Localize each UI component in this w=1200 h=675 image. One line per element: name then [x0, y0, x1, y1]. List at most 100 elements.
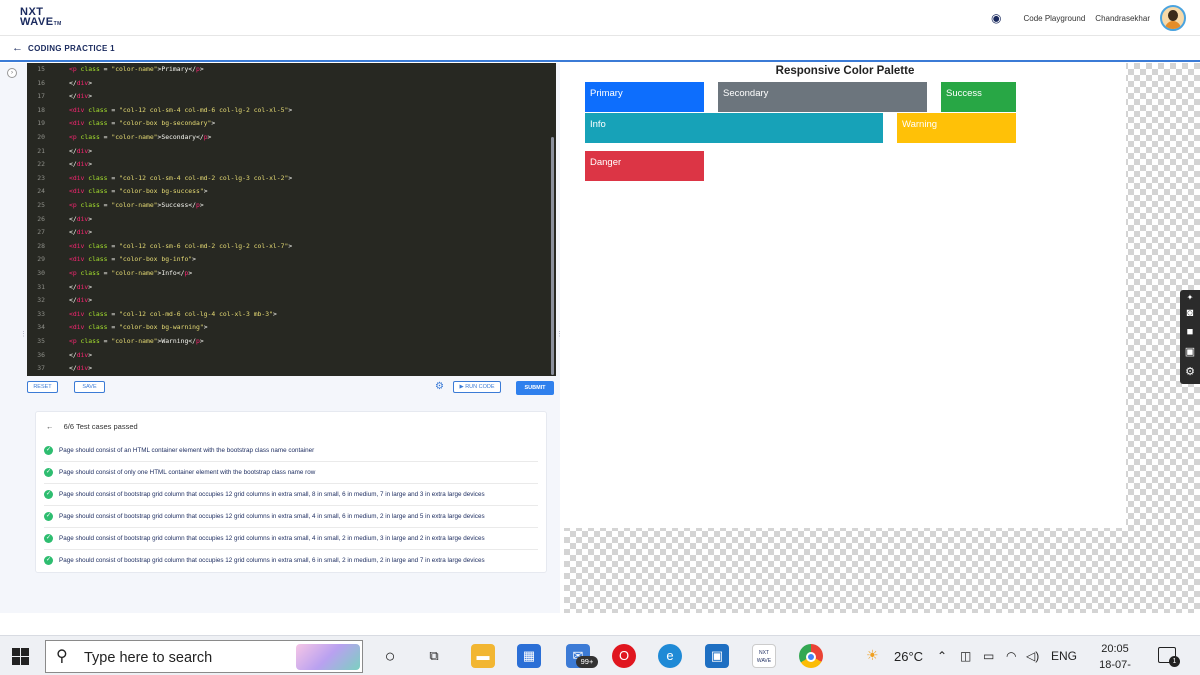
code-line[interactable]: 16 </div>: [27, 77, 556, 90]
nxtwave-app-icon[interactable]: NXT WAVE: [752, 644, 776, 668]
settings-gear-icon[interactable]: ⚙: [435, 381, 444, 393]
code-line[interactable]: 15 <p class = "color-name">Primary</p>: [27, 63, 556, 76]
meet-icon[interactable]: ◫: [960, 649, 971, 663]
color-box-warning: Warning: [897, 113, 1016, 143]
code-line[interactable]: 24 <div class = "color-box bg-success">: [27, 185, 556, 198]
clock[interactable]: 20:05 18-07-2022: [1093, 641, 1137, 675]
line-code: <p class = "color-name">Secondary</p>: [69, 133, 212, 141]
color-name: Danger: [590, 157, 622, 168]
code-line[interactable]: 31 </div>: [27, 281, 556, 294]
code-line[interactable]: 32 </div>: [27, 294, 556, 307]
code-line[interactable]: 37 </div>: [27, 362, 556, 375]
code-line[interactable]: 20 <p class = "color-name">Secondary</p>: [27, 131, 556, 144]
code-line[interactable]: 29 <div class = "color-box bg-info">: [27, 253, 556, 266]
file-explorer-icon[interactable]: ▬: [471, 644, 495, 668]
reset-button[interactable]: RESET: [27, 381, 58, 393]
weather-temp[interactable]: 26°C: [894, 649, 923, 664]
camera-icon[interactable]: ◙: [1183, 306, 1197, 320]
taskbar-search-box[interactable]: ⚲ Type here to search: [45, 640, 363, 673]
test-case: ✓ Page should consist of bootstrap grid c…: [44, 506, 538, 528]
line-number: 27: [37, 228, 45, 237]
top-right-menu: ◉ Code Playground Chandrasekhar: [991, 4, 1186, 32]
code-line[interactable]: 28 <div class = "col-12 col-sm-6 col-md-2…: [27, 240, 556, 253]
notification-icon[interactable]: 1: [1158, 647, 1180, 667]
line-number: 29: [37, 255, 45, 264]
code-line[interactable]: 18 <div class = "col-12 col-sm-4 col-md-6…: [27, 104, 556, 117]
edge-icon[interactable]: e: [658, 644, 682, 668]
code-line[interactable]: 35 <p class = "color-name">Warning</p>: [27, 335, 556, 348]
task-view-icon[interactable]: ⧉: [422, 644, 446, 668]
chrome-icon[interactable]: [799, 644, 823, 668]
gear-icon[interactable]: ⚙: [1183, 365, 1197, 379]
line-code: <p class = "color-name">Warning</p>: [69, 337, 204, 345]
line-code: <div class = "color-box bg-info">: [69, 255, 196, 264]
split-resize-handle-icon[interactable]: ⋮: [556, 330, 563, 338]
code-line[interactable]: 25 <p class = "color-name">Success</p>: [27, 199, 556, 212]
back-arrow-icon[interactable]: ←: [46, 422, 54, 431]
side-toolbar: ✦ ◙ ■ ▣ ⚙: [1180, 290, 1200, 384]
color-box-danger: Danger: [585, 151, 704, 181]
chevron-up-icon[interactable]: ⌃: [937, 649, 947, 663]
collapse-sidebar-icon[interactable]: ›: [7, 68, 17, 78]
code-editor[interactable]: 15 <p class = "color-name">Primary</p> 16 <…: [27, 63, 556, 376]
user-name[interactable]: Chandrasekhar: [1095, 14, 1150, 23]
code-line[interactable]: 26 </div>: [27, 213, 556, 226]
run-code-button[interactable]: ▶ RUN CODE: [453, 381, 501, 393]
back-arrow-icon[interactable]: ←: [12, 42, 23, 54]
color-box-secondary: Secondary: [718, 82, 927, 112]
test-case: ✓ Page should consist of only one HTML co…: [44, 462, 538, 484]
opera-icon[interactable]: O: [612, 644, 636, 668]
weather-icon[interactable]: ☀: [866, 647, 879, 664]
store-icon[interactable]: ▦: [517, 644, 541, 668]
line-code: </div>: [69, 364, 93, 373]
line-code: </div>: [69, 296, 93, 305]
language-indicator[interactable]: ENG: [1051, 649, 1077, 663]
color-name: Primary: [590, 88, 623, 99]
code-line[interactable]: 19 <div class = "color-box bg-secondary">: [27, 117, 556, 130]
line-code: <div class = "color-box bg-warning">: [69, 323, 208, 332]
test-case: ✓ Page should consist of an HTML containe…: [44, 440, 538, 462]
image-icon[interactable]: ▣: [1183, 345, 1197, 359]
line-code: <div class = "col-12 col-sm-4 col-md-2 c…: [69, 173, 293, 182]
save-button[interactable]: SAVE: [74, 381, 105, 393]
video-icon[interactable]: ■: [1183, 325, 1197, 339]
nxtwave-logo[interactable]: NXT WAVETM: [20, 7, 62, 29]
submit-button[interactable]: SUBMIT: [516, 381, 554, 395]
wifi-icon[interactable]: ◠: [1006, 649, 1016, 663]
avatar[interactable]: [1160, 5, 1186, 31]
volume-icon[interactable]: ◁): [1026, 649, 1039, 663]
code-line[interactable]: 34 <div class = "color-box bg-warning">: [27, 321, 556, 334]
editor-scrollbar[interactable]: [551, 137, 554, 375]
code-line[interactable]: 30 <p class = "color-name">Info</p>: [27, 267, 556, 280]
code-line[interactable]: 27 </div>: [27, 226, 556, 239]
left-resize-handle-icon[interactable]: ⋮: [20, 330, 27, 338]
code-line[interactable]: 17 </div>: [27, 90, 556, 103]
windows-start-icon[interactable]: [12, 648, 29, 665]
code-line[interactable]: 33 <div class = "col-12 col-md-6 col-lg-4…: [27, 308, 556, 321]
pin-icon[interactable]: ✦: [1183, 291, 1197, 305]
line-code: <p class = "color-name">Info</p>: [69, 269, 193, 277]
theme-toggle-icon[interactable]: ◉: [991, 11, 1001, 25]
test-summary-text: 6/6 Test cases passed: [63, 422, 138, 431]
test-case-text: Page should consist of only one HTML con…: [59, 469, 316, 476]
code-line[interactable]: 21 </div>: [27, 145, 556, 158]
battery-icon[interactable]: ▭: [983, 649, 994, 663]
code-line[interactable]: 23 <div class = "col-12 col-sm-4 col-md-2…: [27, 172, 556, 185]
line-number: 35: [37, 337, 45, 345]
preview-title: Responsive Color Palette: [775, 65, 915, 77]
test-results-panel: ← 6/6 Test cases passed ✓ Page should con…: [35, 411, 547, 573]
notification-count: 1: [1169, 656, 1180, 667]
line-code: <div class = "col-12 col-md-6 col-lg-4 c…: [69, 309, 277, 318]
code-line[interactable]: 36 </div>: [27, 349, 556, 362]
line-number: 28: [37, 241, 45, 250]
code-line[interactable]: 22 </div>: [27, 158, 556, 171]
line-number: 24: [37, 187, 45, 196]
remote-desktop-icon[interactable]: ▣: [705, 644, 729, 668]
line-number: 22: [37, 160, 45, 169]
code-playground-link[interactable]: Code Playground: [1023, 14, 1085, 23]
search-icon: ⚲: [56, 648, 68, 665]
cortana-icon[interactable]: ○: [378, 644, 402, 668]
line-number: 37: [37, 364, 45, 373]
line-number: 25: [37, 201, 45, 209]
line-code: </div>: [69, 282, 93, 291]
